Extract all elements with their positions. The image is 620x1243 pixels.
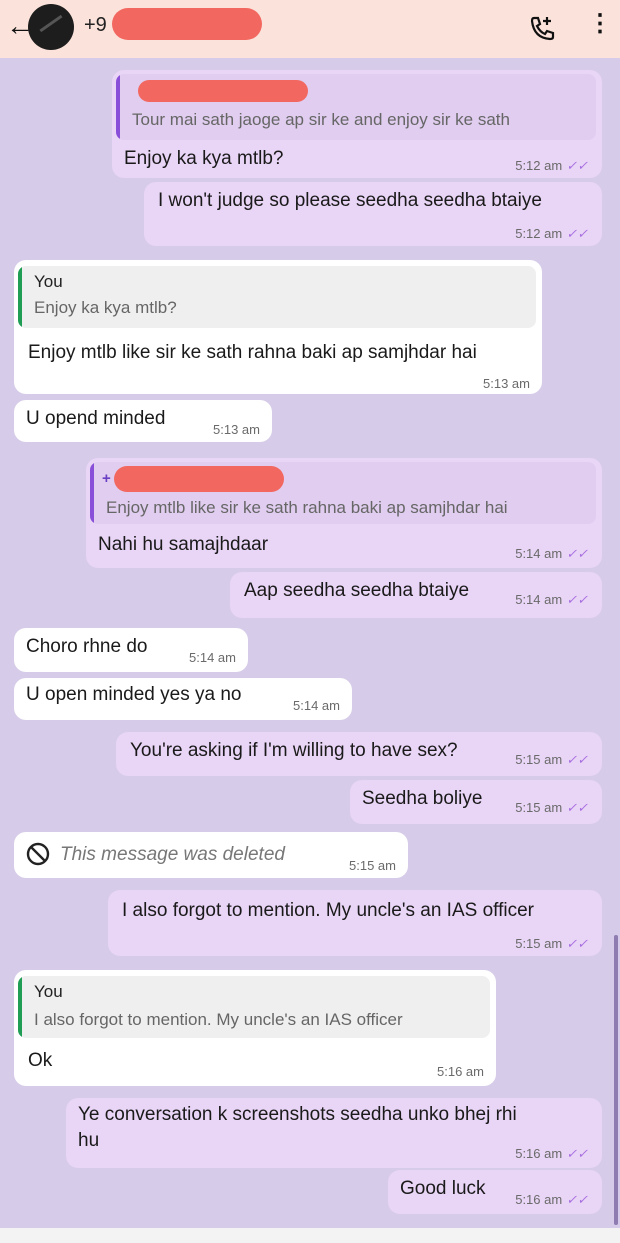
message-text: Enjoy ka kya mtlb? <box>124 148 284 169</box>
message-bubble[interactable]: Seedha boliye 5:15 am ✓✓ <box>350 780 602 824</box>
quoted-message[interactable]: You Enjoy ka kya mtlb? <box>18 266 536 328</box>
message-time: 5:12 am ✓✓ <box>515 158 588 173</box>
message-text: Seedha boliye <box>362 788 483 809</box>
more-vert-icon[interactable]: ⋮ <box>588 12 612 36</box>
message-time: 5:15 am ✓✓ <box>515 936 588 951</box>
message-bubble[interactable]: I also forgot to mention. My uncle's an … <box>108 890 602 956</box>
quoted-text: I also forgot to mention. My uncle's an … <box>34 1010 403 1029</box>
quoted-author: + <box>102 470 111 487</box>
message-time: 5:12 am ✓✓ <box>515 226 588 241</box>
read-ticks-icon: ✓✓ <box>566 1146 588 1161</box>
read-ticks-icon: ✓✓ <box>566 158 588 173</box>
message-time: 5:14 am <box>189 650 236 665</box>
message-text: Ye conversation k screenshots seedha unk… <box>78 1104 517 1125</box>
redaction-mark <box>138 80 308 102</box>
message-bubble[interactable]: U opend minded 5:13 am <box>14 400 272 442</box>
message-text: Aap seedha seedha btaiye <box>244 580 470 601</box>
message-bubble[interactable]: I won't judge so please seedha seedha bt… <box>144 182 602 246</box>
message-text: U open minded yes ya no <box>26 684 242 705</box>
read-ticks-icon: ✓✓ <box>566 1192 588 1207</box>
message-text: Ok <box>28 1050 53 1071</box>
message-bubble[interactable]: You're asking if I'm willing to have sex… <box>116 732 602 776</box>
read-ticks-icon: ✓✓ <box>566 592 588 607</box>
message-text: This message was deleted <box>60 844 285 865</box>
quoted-author: You <box>34 982 63 1001</box>
message-time: 5:13 am <box>483 376 530 391</box>
message-time: 5:14 am ✓✓ <box>515 592 588 607</box>
bottom-edge <box>0 1228 620 1243</box>
message-text-continued: hu <box>78 1130 100 1151</box>
quoted-message[interactable]: + Enjoy mtlb like sir ke sath rahna baki… <box>90 462 596 524</box>
chat-header: ← +9 ⋮ <box>0 0 620 58</box>
message-bubble[interactable]: Choro rhne do 5:14 am <box>14 628 248 672</box>
message-bubble[interactable]: Good luck 5:16 am ✓✓ <box>388 1170 602 1214</box>
message-time: 5:15 am ✓✓ <box>515 800 588 815</box>
message-text: I won't judge so please seedha seedha bt… <box>158 190 542 211</box>
avatar[interactable] <box>28 4 74 50</box>
message-time: 5:14 am <box>293 698 340 713</box>
message-time: 5:14 am ✓✓ <box>515 546 588 561</box>
redaction-mark <box>112 8 262 40</box>
scrollbar[interactable] <box>614 935 618 1225</box>
message-time: 5:15 am <box>349 858 396 873</box>
read-ticks-icon: ✓✓ <box>566 226 588 241</box>
message-bubble[interactable]: You Enjoy ka kya mtlb? Enjoy mtlb like s… <box>14 260 542 394</box>
contact-number[interactable]: +9 <box>84 14 107 37</box>
quoted-text: Enjoy mtlb like sir ke sath rahna baki a… <box>106 498 508 517</box>
message-bubble[interactable]: U open minded yes ya no 5:14 am <box>14 678 352 720</box>
message-time: 5:16 am ✓✓ <box>515 1192 588 1207</box>
read-ticks-icon: ✓✓ <box>566 936 588 951</box>
message-time: 5:16 am ✓✓ <box>515 1146 588 1161</box>
message-bubble[interactable]: This message was deleted 5:15 am <box>14 832 408 878</box>
quoted-message[interactable]: You I also forgot to mention. My uncle's… <box>18 976 490 1038</box>
quoted-author: You <box>34 272 63 291</box>
message-list[interactable]: Tour mai sath jaoge ap sir ke and enjoy … <box>0 58 620 1228</box>
quoted-text: Enjoy ka kya mtlb? <box>34 298 177 317</box>
message-time: 5:13 am <box>213 422 260 437</box>
message-bubble[interactable]: + Enjoy mtlb like sir ke sath rahna baki… <box>86 458 602 568</box>
message-text: U opend minded <box>26 408 166 429</box>
read-ticks-icon: ✓✓ <box>566 752 588 767</box>
read-ticks-icon: ✓✓ <box>566 546 588 561</box>
message-bubble[interactable]: You I also forgot to mention. My uncle's… <box>14 970 496 1086</box>
message-time: 5:15 am ✓✓ <box>515 752 588 767</box>
read-ticks-icon: ✓✓ <box>566 800 588 815</box>
message-text: I also forgot to mention. My uncle's an … <box>122 900 534 921</box>
quoted-text: Tour mai sath jaoge ap sir ke and enjoy … <box>132 110 510 129</box>
message-bubble[interactable]: Aap seedha seedha btaiye 5:14 am ✓✓ <box>230 572 602 618</box>
block-icon <box>26 842 50 866</box>
message-text: Enjoy mtlb like sir ke sath rahna baki a… <box>28 342 477 363</box>
message-time: 5:16 am <box>437 1064 484 1079</box>
message-text: You're asking if I'm willing to have sex… <box>130 740 458 761</box>
message-text: Good luck <box>400 1178 486 1199</box>
message-bubble[interactable]: Ye conversation k screenshots seedha unk… <box>66 1098 602 1168</box>
message-text: Nahi hu samajhdaar <box>98 534 269 555</box>
redaction-mark <box>114 466 284 492</box>
quoted-message[interactable]: Tour mai sath jaoge ap sir ke and enjoy … <box>116 74 596 140</box>
message-bubble[interactable]: Tour mai sath jaoge ap sir ke and enjoy … <box>112 70 602 178</box>
message-text: Choro rhne do <box>26 636 148 657</box>
add-call-icon[interactable] <box>528 14 556 42</box>
